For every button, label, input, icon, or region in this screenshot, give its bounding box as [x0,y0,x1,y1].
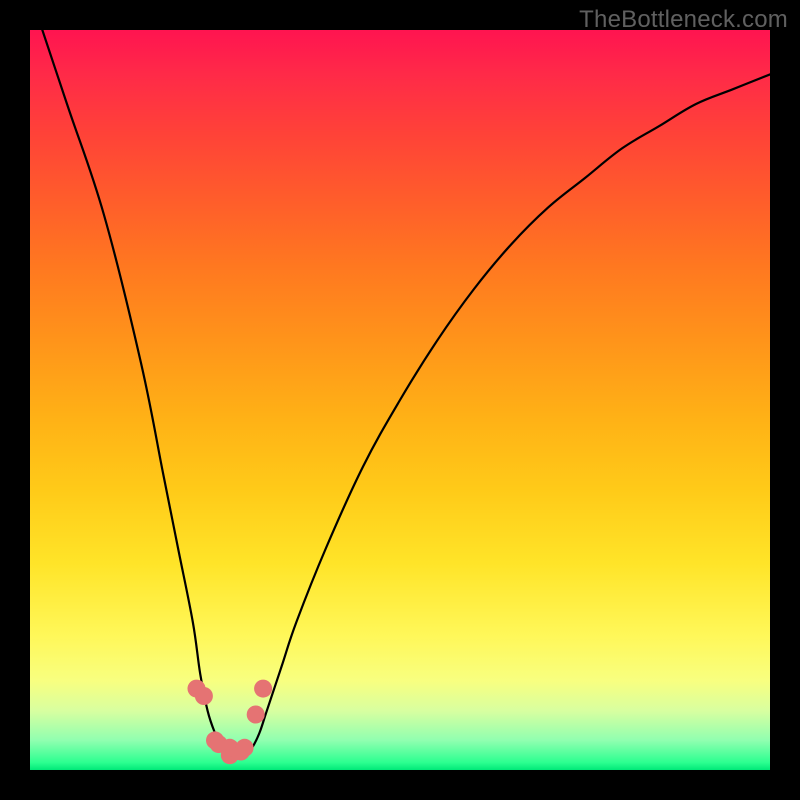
curve-layer [30,30,770,770]
marker-dot [247,706,265,724]
optimal-range-markers [188,680,273,765]
chart-frame: TheBottleneck.com [0,0,800,800]
plot-area [30,30,770,770]
marker-dot [195,687,213,705]
bottleneck-curve [30,30,770,756]
watermark-text: TheBottleneck.com [579,6,788,34]
marker-dot [254,680,272,698]
marker-dot [236,739,254,757]
